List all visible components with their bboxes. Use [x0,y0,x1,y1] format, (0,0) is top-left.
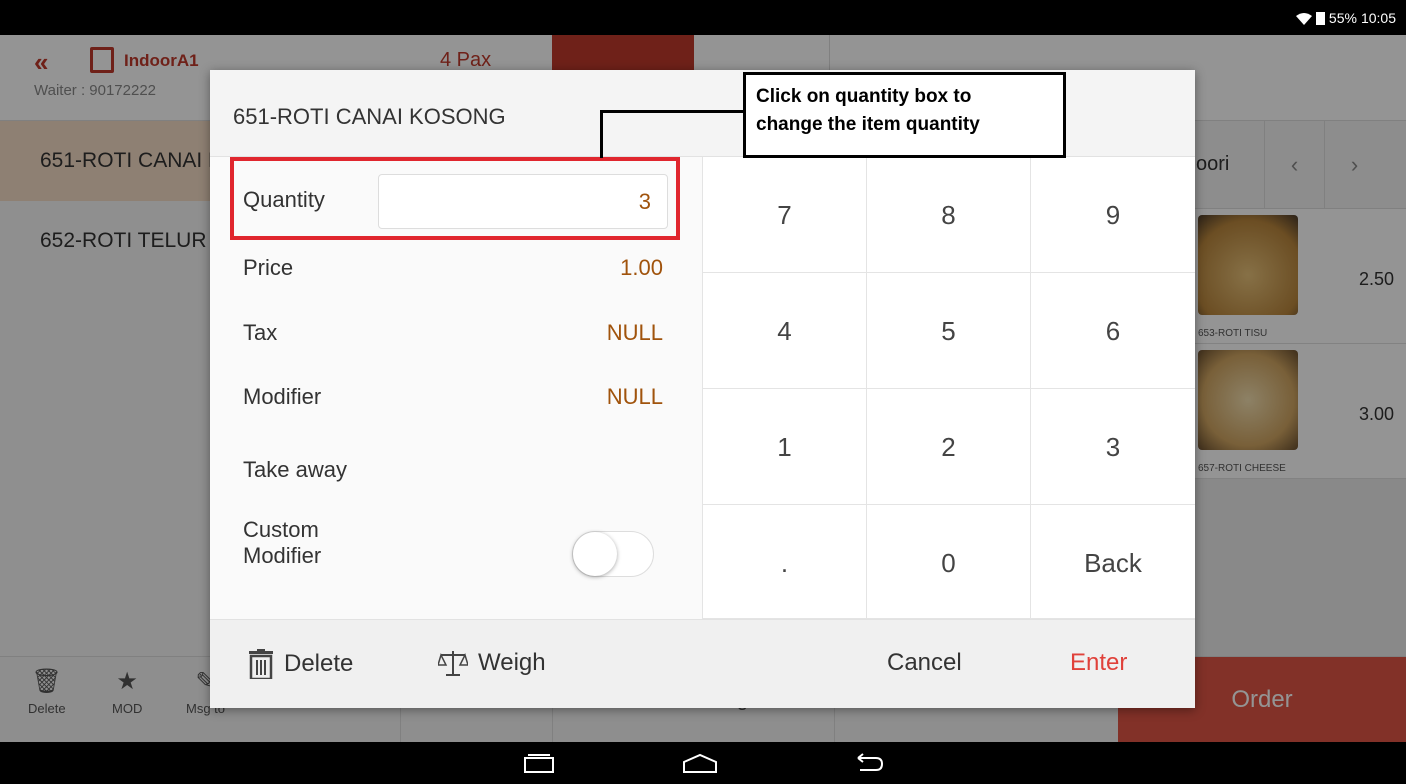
key-7[interactable]: 7 [702,157,866,273]
key-label: 2 [941,432,956,462]
key-label: 7 [777,200,792,230]
modifier-value[interactable]: NULL [607,384,663,410]
dialog-footer: Delete Weigh Cancel Enter [210,619,1195,708]
key-5[interactable]: 5 [866,273,1030,389]
takeaway-label: Take away [243,457,347,482]
tax-label: Tax [243,320,278,345]
weigh-button[interactable]: Weigh [438,649,546,677]
tax-value[interactable]: NULL [607,320,663,346]
key-2[interactable]: 2 [866,389,1030,505]
price-row: Price 1.00 [243,255,663,281]
key-label: 5 [941,316,956,346]
android-nav-bar [0,742,1406,784]
status-bar: 55% 10:05 [0,0,1406,35]
custom-modifier-label[interactable]: Custom Modifier [243,517,663,569]
delete-button-label: Delete [284,650,354,677]
scale-icon [438,651,468,676]
key-back[interactable]: Back [1030,505,1195,619]
quantity-highlight [230,157,680,240]
key-4[interactable]: 4 [702,273,866,389]
key-label: 1 [777,432,792,462]
trash-icon [249,649,273,679]
key-label: 4 [777,316,792,346]
price-label: Price [243,255,294,280]
recents-icon[interactable] [522,752,556,774]
instruction-callout: Click on quantity box to change the item… [743,72,1066,158]
item-edit-dialog: 651-ROTI CANAI KOSONG Quantity 3 Price 1… [210,70,1195,708]
callout-line: change the item quantity [756,114,980,135]
battery-level: 55% [1328,10,1357,26]
home-icon[interactable] [680,752,720,774]
callout-connector [600,110,603,158]
key-label: 8 [941,200,956,230]
key-9[interactable]: 9 [1030,157,1195,273]
key-6[interactable]: 6 [1030,273,1195,389]
callout-line: Click on quantity box to [756,86,972,107]
tax-row: Tax NULL [243,320,663,346]
back-nav-icon[interactable] [850,752,886,774]
clock: 10:05 [1360,10,1396,26]
cancel-button[interactable]: Cancel [887,649,962,677]
callout-connector [602,110,743,113]
key-label: 6 [1105,316,1121,346]
dialog-title: 651-ROTI CANAI KOSONG [233,104,506,129]
key-3[interactable]: 3 [1030,389,1195,505]
status-right: 55% 10:05 [1295,10,1396,26]
key-8[interactable]: 8 [866,157,1030,273]
modifier-label: Modifier [243,384,322,409]
enter-button[interactable]: Enter [1070,649,1127,677]
weigh-button-label: Weigh [478,649,546,676]
key-decimal[interactable]: . [702,505,866,619]
key-label: 0 [941,548,956,578]
numeric-keypad: 7 8 9 4 5 6 1 2 3 . 0 Back [702,157,1195,619]
modifier-row: Modifier NULL [243,384,663,410]
key-1[interactable]: 1 [702,389,866,505]
key-label: 3 [1105,432,1121,462]
key-0[interactable]: 0 [866,505,1030,619]
key-label: . [780,548,789,578]
price-value[interactable]: 1.00 [620,255,663,281]
wifi-icon [1295,12,1312,25]
battery-icon [1315,11,1325,25]
key-label: 9 [1105,200,1121,230]
key-label: Back [1084,548,1142,578]
delete-button[interactable]: Delete [248,649,353,679]
